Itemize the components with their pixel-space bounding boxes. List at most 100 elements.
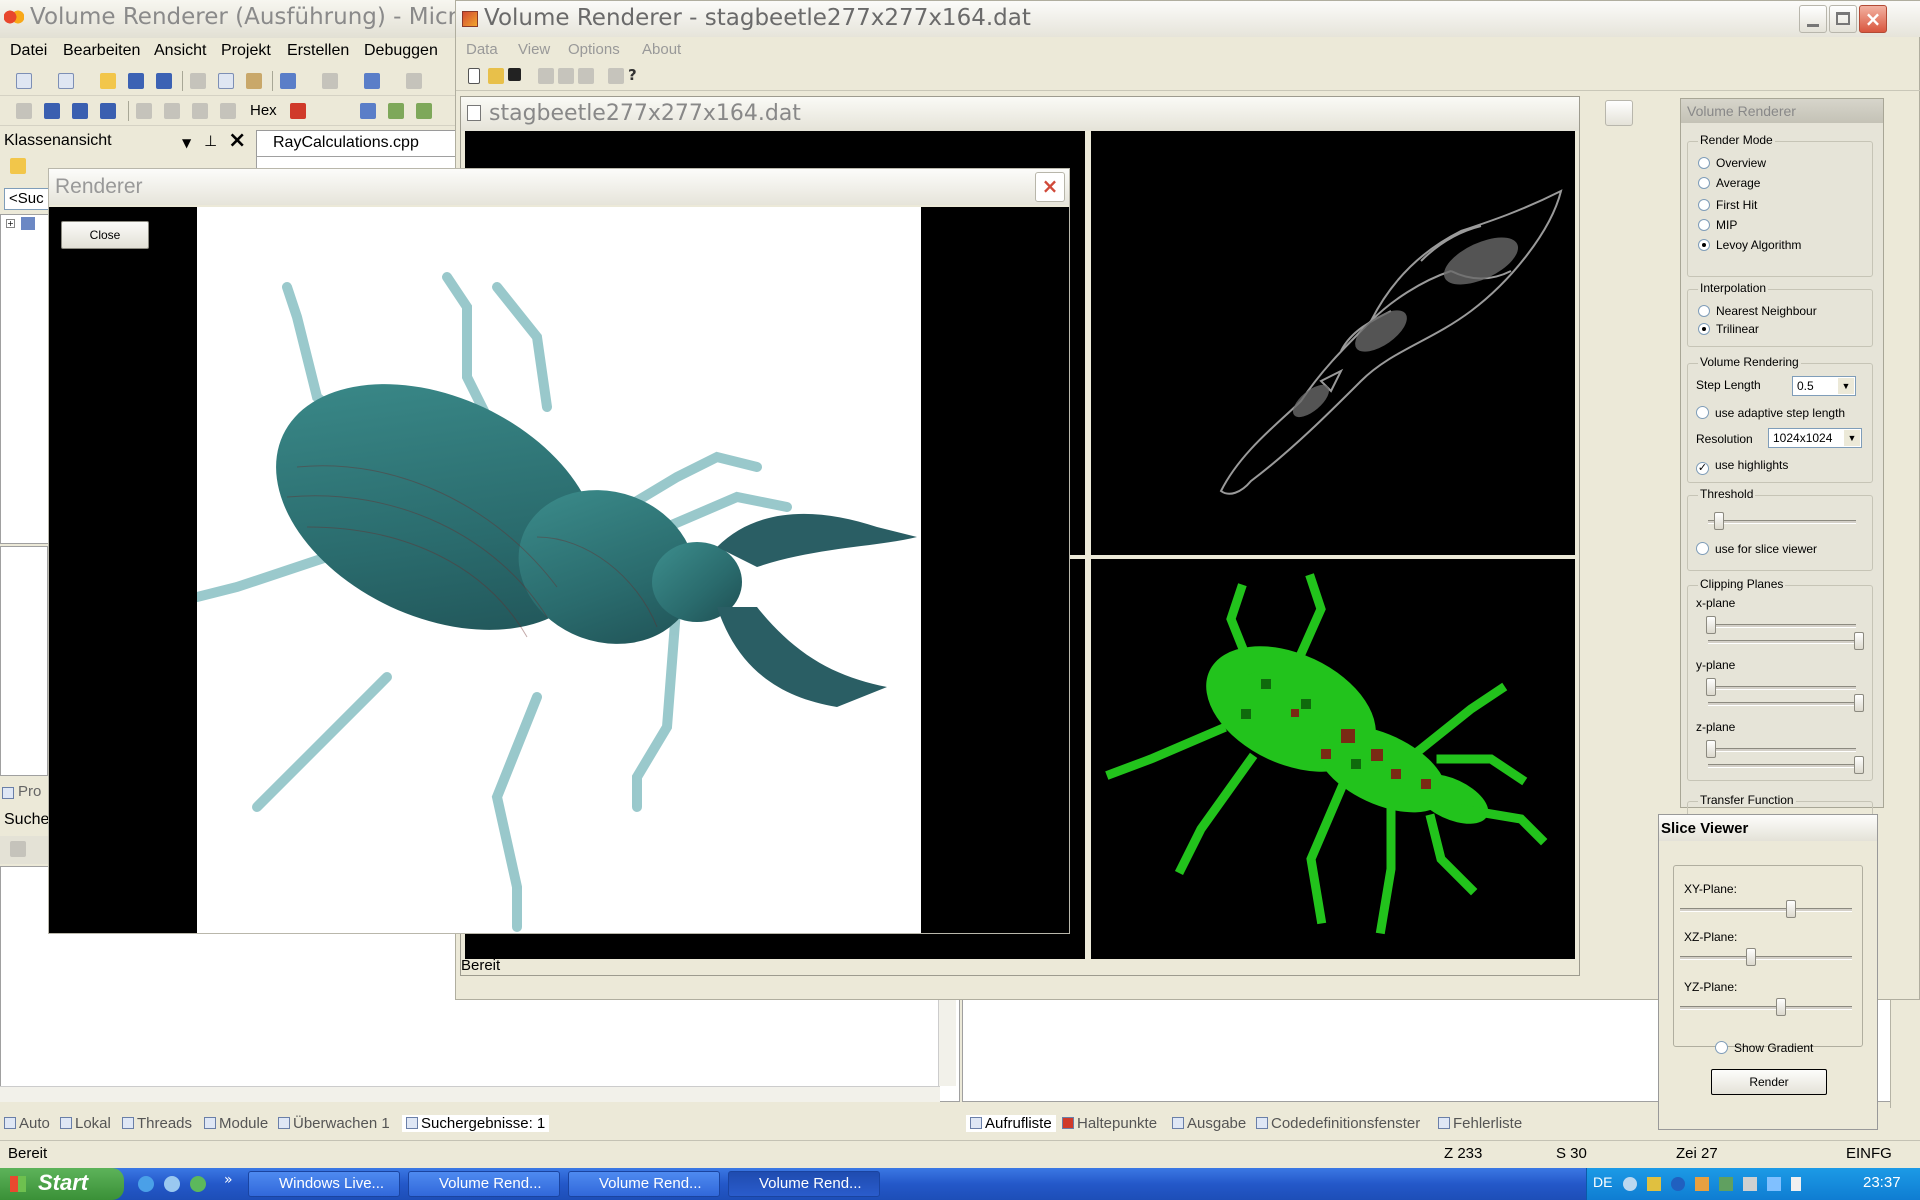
step-into-icon[interactable] <box>136 103 152 119</box>
search-toolbar-icon[interactable] <box>10 841 26 857</box>
find-icon[interactable] <box>406 73 422 89</box>
xy-plane-slider[interactable] <box>1786 900 1796 918</box>
tab-ausgabe[interactable]: Ausgabe <box>1172 1115 1246 1132</box>
save-all-icon[interactable] <box>156 73 172 89</box>
tab-lokal[interactable]: Lokal <box>60 1115 111 1132</box>
network-icon[interactable] <box>1767 1177 1781 1191</box>
maximize-button[interactable] <box>1829 5 1857 33</box>
radio-levoy[interactable]: Levoy Algorithm <box>1698 238 1801 252</box>
editor-tab-raycalculations[interactable]: RayCalculations.cpp <box>256 130 456 156</box>
show-next-icon[interactable] <box>220 103 236 119</box>
step-length-select[interactable]: 0.5 ▼ <box>1792 376 1856 396</box>
new-project-icon[interactable] <box>16 73 32 89</box>
browser-icon[interactable] <box>164 1176 180 1192</box>
ie-icon[interactable] <box>138 1176 154 1192</box>
start-button[interactable]: Start <box>0 1168 124 1200</box>
render-button[interactable]: Render <box>1711 1069 1827 1095</box>
dropdown-icon[interactable]: ▼ <box>182 136 191 150</box>
horizontal-scrollbar[interactable] <box>0 1086 940 1102</box>
step-over-icon[interactable] <box>164 103 180 119</box>
tab-aufrufliste[interactable]: Aufrufliste <box>966 1115 1056 1132</box>
vertical-scrollbar[interactable] <box>938 990 956 1086</box>
task-volume-renderer-folder[interactable]: Volume Rend... <box>408 1171 560 1197</box>
overflow-icon[interactable]: » <box>224 1172 233 1188</box>
radio-overview[interactable]: Overview <box>1698 156 1766 170</box>
menu-options[interactable]: Options <box>568 41 620 58</box>
x-plane-min-slider[interactable] <box>1706 616 1716 634</box>
threads-icon[interactable] <box>360 103 376 119</box>
help-icon[interactable]: ? <box>628 66 637 84</box>
print-icon[interactable] <box>608 68 624 84</box>
threshold-slider[interactable] <box>1714 512 1724 530</box>
step-out-icon[interactable] <box>192 103 208 119</box>
minimize-button[interactable] <box>1799 5 1827 33</box>
cut-icon[interactable] <box>538 68 554 84</box>
menu-view[interactable]: View <box>518 41 550 58</box>
hex-button[interactable]: Hex <box>250 102 277 119</box>
open-folder-icon[interactable] <box>100 73 116 89</box>
menu-debuggen[interactable]: Debuggen <box>364 42 438 60</box>
radio-mip[interactable]: MIP <box>1698 218 1737 232</box>
radio-trilinear[interactable]: Trilinear <box>1698 322 1759 336</box>
show-gradient-checkbox[interactable]: Show Gradient <box>1715 1041 1813 1055</box>
menu-about[interactable]: About <box>642 41 681 58</box>
battery-icon[interactable] <box>1791 1177 1801 1191</box>
properties-tab[interactable]: Pro <box>0 780 48 806</box>
z-plane-max-slider[interactable] <box>1854 756 1864 774</box>
doc-minimize-button[interactable] <box>1605 100 1633 126</box>
tray-icon[interactable] <box>1695 1177 1709 1191</box>
renderer-close-button-panel[interactable]: Close <box>61 221 149 249</box>
yz-plane-slider[interactable] <box>1776 998 1786 1016</box>
pause-icon[interactable] <box>44 103 60 119</box>
copy-icon[interactable] <box>218 73 234 89</box>
tab-ueberwachen[interactable]: Überwachen 1 <box>278 1115 390 1132</box>
tray-icon[interactable] <box>1743 1177 1757 1191</box>
language-indicator[interactable]: DE <box>1593 1174 1612 1190</box>
paste-icon[interactable] <box>246 73 262 89</box>
tab-threads[interactable]: Threads <box>122 1115 192 1132</box>
new-file-icon[interactable] <box>468 68 480 84</box>
save-icon[interactable] <box>128 73 144 89</box>
y-plane-min-slider[interactable] <box>1706 678 1716 696</box>
save-file-icon[interactable] <box>508 68 521 81</box>
radio-nearest-neighbour[interactable]: Nearest Neighbour <box>1698 304 1817 318</box>
z-plane-min-slider[interactable] <box>1706 740 1716 758</box>
tray-icon[interactable] <box>1623 1177 1637 1191</box>
radio-first-hit[interactable]: First Hit <box>1698 198 1757 212</box>
xz-plane-slider[interactable] <box>1746 948 1756 966</box>
task-volume-renderer-app[interactable]: Volume Rend... <box>728 1171 880 1197</box>
tab-fehlerliste[interactable]: Fehlerliste <box>1438 1115 1522 1132</box>
menu-ansicht[interactable]: Ansicht <box>154 42 206 60</box>
paste-icon[interactable] <box>578 68 594 84</box>
tab-haltepunkte[interactable]: Haltepunkte <box>1062 1115 1157 1132</box>
adaptive-step-checkbox[interactable]: use adaptive step length <box>1696 406 1845 420</box>
open-file-icon[interactable] <box>488 68 504 84</box>
menu-bearbeiten[interactable]: Bearbeiten <box>63 42 140 60</box>
cut-icon[interactable] <box>190 73 206 89</box>
pin-icon[interactable]: ⊥ <box>204 132 217 150</box>
memory-icon[interactable] <box>388 103 404 119</box>
menu-erstellen[interactable]: Erstellen <box>287 42 349 60</box>
continue-icon[interactable] <box>16 103 32 119</box>
tab-suchergebnisse[interactable]: Suchergebnisse: 1 <box>402 1115 550 1132</box>
view-top-right[interactable] <box>1091 131 1575 555</box>
tray-icon[interactable] <box>1719 1177 1733 1191</box>
menu-data[interactable]: Data <box>466 41 498 58</box>
task-volume-renderer-vs[interactable]: Volume Rend... <box>568 1171 720 1197</box>
folder-icon[interactable] <box>10 158 26 174</box>
navigate-icon[interactable] <box>364 73 380 89</box>
menu-datei[interactable]: Datei <box>10 42 47 60</box>
registers-icon[interactable] <box>416 103 432 119</box>
tab-auto[interactable]: Auto <box>4 1115 50 1132</box>
breakpoints-icon[interactable] <box>290 103 306 119</box>
copy-icon[interactable] <box>558 68 574 84</box>
restart-icon[interactable] <box>100 103 116 119</box>
redo-icon[interactable] <box>322 73 338 89</box>
radio-average[interactable]: Average <box>1698 176 1760 190</box>
x-plane-max-slider[interactable] <box>1854 632 1864 650</box>
tab-codedefinitionsfenster[interactable]: Codedefinitionsfenster <box>1256 1115 1420 1132</box>
menu-projekt[interactable]: Projekt <box>221 42 271 60</box>
task-windows-live[interactable]: Windows Live... <box>248 1171 400 1197</box>
bluetooth-icon[interactable] <box>1671 1177 1685 1191</box>
tray-icon[interactable] <box>1647 1177 1661 1191</box>
